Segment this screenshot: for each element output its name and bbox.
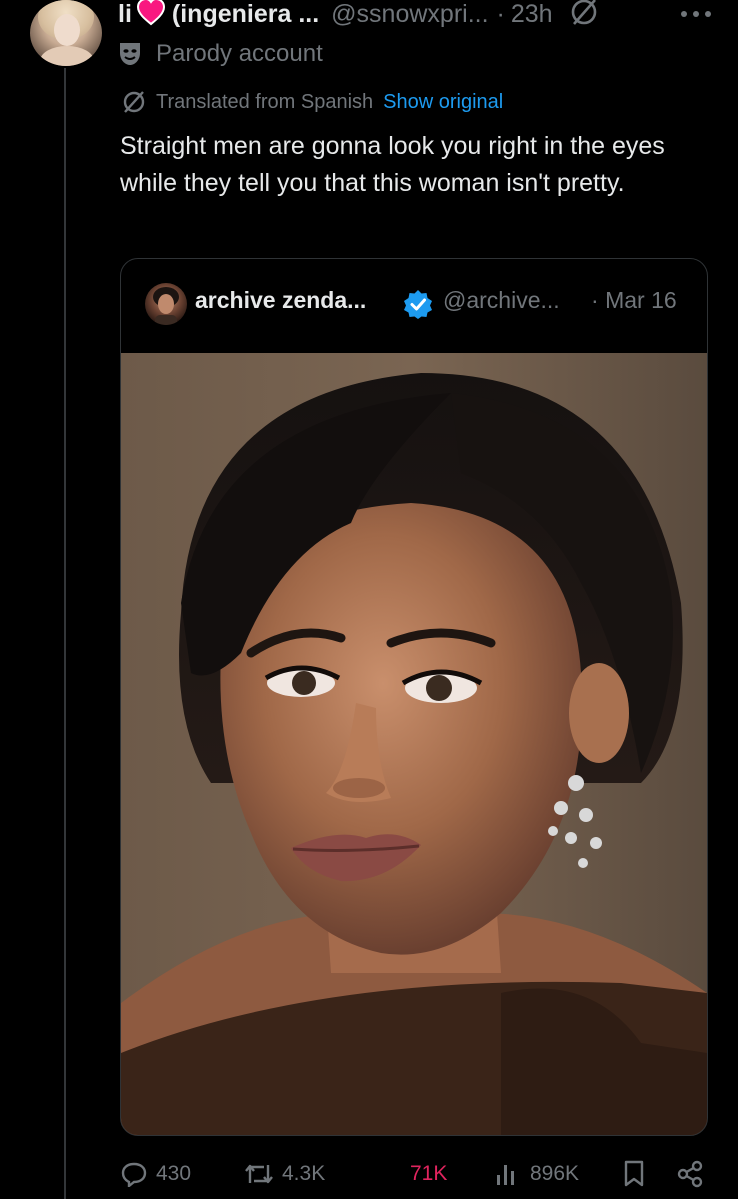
verified-badge-icon xyxy=(403,289,433,324)
share-button[interactable] xyxy=(676,1152,712,1196)
views-button[interactable]: 896K xyxy=(494,1152,579,1196)
views-icon xyxy=(497,1165,514,1185)
quoted-author-name[interactable]: archive zenda... xyxy=(195,287,366,314)
parody-text: Parody account xyxy=(156,40,323,67)
more-icon[interactable] xyxy=(678,4,714,29)
separator-dot: · xyxy=(496,0,505,28)
quoted-date[interactable]: · Mar 16 xyxy=(591,287,677,314)
action-bar: 430 4.3K 71K 896K xyxy=(120,1152,720,1196)
repost-count: 4.3K xyxy=(282,1162,326,1185)
quoted-author-handle[interactable]: @archive... xyxy=(443,287,560,314)
reply-icon xyxy=(121,1162,147,1187)
bookmark-icon xyxy=(624,1160,644,1187)
thread-line xyxy=(64,68,66,1199)
repost-button[interactable]: 4.3K xyxy=(244,1152,325,1196)
like-count-badge[interactable]: 71K xyxy=(410,1152,447,1196)
translation-text: Translated from Spanish xyxy=(156,90,374,113)
reply-count: 430 xyxy=(156,1162,192,1185)
quoted-author-avatar[interactable] xyxy=(145,283,187,325)
author-name[interactable]: li xyxy=(118,0,132,29)
author-avatar[interactable] xyxy=(30,0,102,66)
repost-icon xyxy=(245,1164,273,1184)
grok-icon[interactable] xyxy=(569,0,599,31)
heart-icon xyxy=(136,0,166,31)
quoted-date-text: Mar 16 xyxy=(605,287,677,313)
translate-icon xyxy=(123,91,145,113)
share-icon xyxy=(677,1160,703,1188)
like-count: 71K xyxy=(410,1162,448,1185)
show-original-link[interactable]: Show original xyxy=(383,91,503,114)
author-name-suffix[interactable]: (ingeniera ... xyxy=(172,0,319,29)
tweet-time[interactable]: 23h xyxy=(511,0,553,29)
tweet-header: li (ingeniera ... @ssnowxpri... · 23h xyxy=(118,0,599,28)
tweet-text: Straight men are gonna look you right in… xyxy=(120,132,665,197)
quoted-photo[interactable] xyxy=(121,353,707,1135)
author-handle[interactable]: @ssnowxpri... xyxy=(331,0,488,29)
quoted-tweet-header: archive zenda... @archive... · Mar 16 xyxy=(121,259,707,353)
quoted-tweet[interactable]: archive zenda... @archive... · Mar 16 xyxy=(120,258,708,1136)
parody-label: Parody account xyxy=(118,40,323,68)
bookmark-button[interactable] xyxy=(622,1152,654,1196)
quoted-separator: · xyxy=(591,287,599,313)
parody-mask-icon xyxy=(120,43,140,65)
reply-button[interactable]: 430 xyxy=(120,1152,191,1196)
translation-notice: Translated from Spanish Show original xyxy=(122,90,503,114)
view-count: 896K xyxy=(530,1162,580,1185)
